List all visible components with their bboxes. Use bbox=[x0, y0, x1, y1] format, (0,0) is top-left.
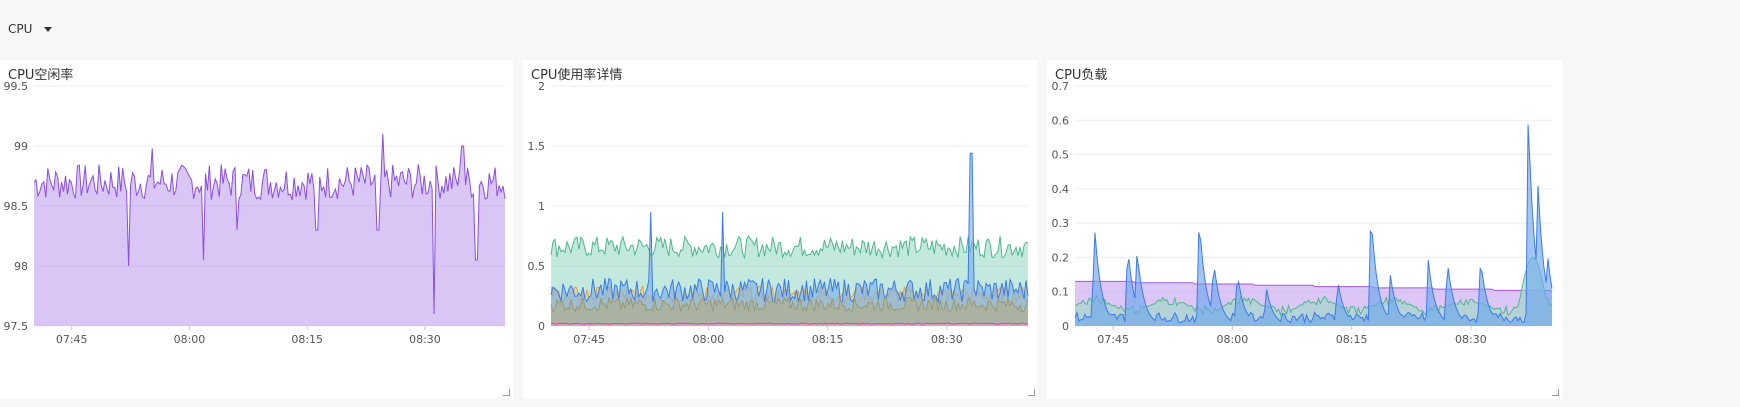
y-tick-label: 0.5 bbox=[1052, 149, 1070, 162]
y-tick-label: 0.4 bbox=[1052, 183, 1070, 196]
x-tick-label: 08:00 bbox=[693, 333, 725, 346]
cpu-usage-chart: 2 1.5 1 0.5 0 07:45 08:00 08:15 08:30 bbox=[528, 80, 1029, 346]
y-tick-label: 1 bbox=[538, 200, 545, 213]
cpu-row-toggle[interactable]: CPU bbox=[8, 22, 53, 36]
y-tick-label: 97.5 bbox=[4, 320, 29, 333]
x-tick-label: 08:15 bbox=[812, 333, 844, 346]
dashboard-header: CPU bbox=[0, 0, 1740, 58]
x-tick-label: 08:15 bbox=[291, 333, 323, 346]
y-tick-label: 0.3 bbox=[1052, 217, 1070, 230]
x-tick-label: 07:45 bbox=[1097, 333, 1129, 346]
cpu-idle-chart: 99.5 99 98.5 98 97.5 07:45 08:00 08:15 08:30 bbox=[4, 80, 506, 346]
y-tick-label: 0.1 bbox=[1052, 286, 1070, 299]
y-tick-label: 2 bbox=[538, 80, 545, 93]
x-tick-label: 08:30 bbox=[409, 333, 441, 346]
y-tick-label: 98 bbox=[14, 260, 28, 273]
y-tick-label: 0.7 bbox=[1052, 80, 1070, 93]
y-tick-label: 1.5 bbox=[528, 140, 546, 153]
x-tick-label: 08:30 bbox=[931, 333, 963, 346]
resize-handle[interactable] bbox=[1552, 389, 1559, 396]
y-tick-label: 0.5 bbox=[528, 260, 546, 273]
x-tick-label: 08:15 bbox=[1336, 333, 1368, 346]
x-tick-label: 08:00 bbox=[1217, 333, 1249, 346]
resize-handle[interactable] bbox=[1028, 389, 1035, 396]
panel-cpu-usage-detail[interactable]: CPU使用率详情 2 1.5 1 0.5 0 07:45 08:00 08:15 08:30 bbox=[523, 60, 1038, 399]
x-tick-label: 08:30 bbox=[1455, 333, 1487, 346]
x-tick-label: 08:00 bbox=[174, 333, 206, 346]
y-tick-label: 99.5 bbox=[4, 80, 29, 93]
y-tick-label: 0.6 bbox=[1052, 114, 1070, 127]
x-tick-label: 07:45 bbox=[56, 333, 88, 346]
x-tick-label: 07:45 bbox=[573, 333, 605, 346]
y-tick-label: 99 bbox=[14, 140, 28, 153]
panel-cpu-load[interactable]: CPU负载 0.7 0.6 0.5 0.4 0.3 0.2 0.1 0 07:45 08:00 08… bbox=[1047, 60, 1562, 399]
y-tick-label: 0.2 bbox=[1052, 251, 1070, 264]
y-tick-label: 98.5 bbox=[4, 200, 29, 213]
cpu-load-chart: 0.7 0.6 0.5 0.4 0.3 0.2 0.1 0 07:45 08:00 08:15 08:… bbox=[1052, 80, 1553, 346]
y-tick-label: 0 bbox=[538, 320, 545, 333]
row-title: CPU bbox=[8, 22, 33, 36]
y-tick-label: 0 bbox=[1062, 320, 1069, 333]
panel-cpu-idle[interactable]: CPU空闲率 99.5 99 98.5 98 97.5 07:45 08:00 08:15 08… bbox=[0, 60, 513, 399]
caret-down-icon bbox=[44, 26, 53, 32]
resize-handle[interactable] bbox=[503, 389, 510, 396]
